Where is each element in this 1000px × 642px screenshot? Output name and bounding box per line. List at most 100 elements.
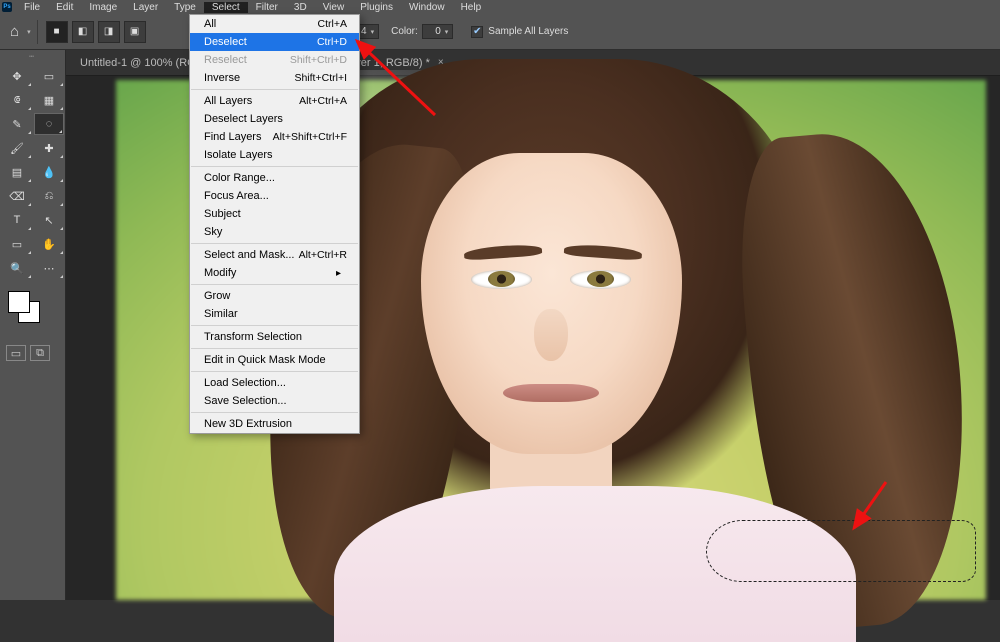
workspace-dropdown-icon[interactable]: ▾ <box>27 28 31 36</box>
checkbox-label: Sample All Layers <box>488 26 568 37</box>
menu-item-similar[interactable]: Similar <box>190 305 359 323</box>
selection-marquee <box>706 520 976 582</box>
annotation-arrow <box>345 35 445 135</box>
annotation-arrow <box>842 478 912 548</box>
selection-mode-subtract[interactable]: ◨ <box>98 21 120 43</box>
menu-item-grow[interactable]: Grow <box>190 287 359 305</box>
menu-item-label: Transform Selection <box>204 331 302 343</box>
photo-face <box>421 153 682 455</box>
edit-toolbar[interactable]: ⋯ <box>34 257 64 279</box>
panel-grip-icon[interactable]: ┅ <box>0 50 65 63</box>
menu-item-label: Deselect Layers <box>204 113 283 125</box>
menu-image[interactable]: Image <box>81 2 125 13</box>
rectangle-tool[interactable]: ▭ <box>2 233 32 255</box>
menu-select[interactable]: Select <box>204 2 248 13</box>
menu-item-deselect[interactable]: DeselectCtrl+D <box>190 33 359 51</box>
tools-panel: ┅ ✥▭⟃▦✎◌🖌✚▤💧⌫⎌T↖▭✋🔍⋯ ▭ ⧉ <box>0 50 66 600</box>
menu-item-subject[interactable]: Subject <box>190 205 359 223</box>
selection-mode-intersect[interactable]: ▣ <box>124 21 146 43</box>
menu-item-shortcut: Shift+Ctrl+I <box>294 72 347 84</box>
menu-item-deselect-layers[interactable]: Deselect Layers <box>190 110 359 128</box>
menu-item-find-layers[interactable]: Find Layers Alt+Shift+Ctrl+F <box>190 128 359 146</box>
object-selection-tool[interactable]: ◌ <box>34 113 64 135</box>
menu-item-reselect: Reselect Shift+Ctrl+D <box>190 51 359 69</box>
checkbox-icon: ✔ <box>471 26 483 38</box>
sample-all-layers-checkbox[interactable]: ✔ Sample All Layers <box>471 26 568 38</box>
document-tab-label: Untitled-1 @ 100% (RGB <box>80 57 203 69</box>
selection-mode-add[interactable]: ◧ <box>72 21 94 43</box>
eyedropper-tool[interactable]: ✎ <box>2 113 32 135</box>
menu-item-inverse[interactable]: Inverse Shift+Ctrl+I <box>190 69 359 87</box>
separator <box>37 20 38 44</box>
gradient-tool[interactable]: ▤ <box>2 161 32 183</box>
menu-item-label: Load Selection... <box>204 377 286 389</box>
artboard-tool[interactable]: ▭ <box>34 65 64 87</box>
menu-bar: Ps FileEditImageLayerTypeSelectFilter3DV… <box>0 0 1000 14</box>
menu-item-label: Color Range... <box>204 172 275 184</box>
menu-item-label: Inverse <box>204 72 240 84</box>
menu-item-color-range[interactable]: Color Range... <box>190 169 359 187</box>
screen-mode-icon[interactable]: ⧉ <box>30 345 50 361</box>
menu-item-label: Edit in Quick Mask Mode <box>204 354 326 366</box>
menu-item-label: Isolate Layers <box>204 149 272 161</box>
menu-item-label: Find Layers <box>204 131 261 143</box>
menu-item-shortcut: Alt+Shift+Ctrl+F <box>273 131 347 143</box>
menu-view[interactable]: View <box>315 2 353 13</box>
menu-item-shortcut: Ctrl+D <box>317 36 347 48</box>
menu-item-new-3d-extrusion[interactable]: New 3D Extrusion <box>190 415 359 433</box>
menu-layer[interactable]: Layer <box>125 2 166 13</box>
foreground-color-swatch[interactable] <box>8 291 30 313</box>
healing-brush-tool[interactable]: ✚ <box>34 137 64 159</box>
menu-item-load-selection[interactable]: Load Selection... <box>190 374 359 392</box>
frame-tool[interactable]: ▦ <box>34 89 64 111</box>
eraser-tool[interactable]: ⌫ <box>2 185 32 207</box>
move-tool[interactable]: ✥ <box>2 65 32 87</box>
menu-item-modify[interactable]: Modify▸ <box>190 264 359 282</box>
menu-file[interactable]: File <box>16 2 48 13</box>
blur-tool[interactable]: 💧 <box>34 161 64 183</box>
home-icon[interactable]: ⌂ <box>10 23 19 40</box>
menu-item-label: New 3D Extrusion <box>204 418 292 430</box>
selection-mode-new[interactable]: ■ <box>46 21 68 43</box>
menu-item-shortcut: Alt+Ctrl+A <box>299 95 347 107</box>
path-select-tool[interactable]: ↖ <box>34 209 64 231</box>
zoom-tool[interactable]: 🔍 <box>2 257 32 279</box>
menu-item-shortcut: Ctrl+A <box>318 18 347 30</box>
menu-item-edit-in-quick-mask-mode[interactable]: Edit in Quick Mask Mode <box>190 351 359 369</box>
menu-item-all[interactable]: All Ctrl+A <box>190 15 359 33</box>
menu-item-label: All <box>204 18 216 30</box>
menu-3d[interactable]: 3D <box>286 2 315 13</box>
menu-item-label: All Layers <box>204 95 252 107</box>
menu-item-save-selection[interactable]: Save Selection... <box>190 392 359 410</box>
photo-eye <box>471 270 532 289</box>
menu-item-shortcut: Alt+Ctrl+R <box>299 249 347 261</box>
menu-item-label: Similar <box>204 308 238 320</box>
menu-window[interactable]: Window <box>401 2 453 13</box>
menu-plugins[interactable]: Plugins <box>352 2 401 13</box>
menu-item-label: Reselect <box>204 54 247 66</box>
menu-edit[interactable]: Edit <box>48 2 81 13</box>
quick-mask-icon[interactable]: ▭ <box>6 345 26 361</box>
crop-tool[interactable]: ⟃ <box>2 89 32 111</box>
menu-item-all-layers[interactable]: All Layers Alt+Ctrl+A <box>190 92 359 110</box>
menu-item-select-and-mask[interactable]: Select and Mask...Alt+Ctrl+R <box>190 246 359 264</box>
hand-tool[interactable]: ✋ <box>34 233 64 255</box>
menu-item-label: Modify <box>204 267 236 279</box>
clone-stamp-tool[interactable]: ⎌ <box>34 185 64 207</box>
options-bar: ⌂ ▾ ■ ◧ ◨ ▣ 4 ▾ Color: 0 ▾ ✔ Sample All … <box>0 14 1000 50</box>
menu-type[interactable]: Type <box>166 2 204 13</box>
app-icon: Ps <box>2 2 12 12</box>
menu-item-transform-selection[interactable]: Transform Selection <box>190 328 359 346</box>
menu-item-focus-area[interactable]: Focus Area... <box>190 187 359 205</box>
menu-help[interactable]: Help <box>453 2 490 13</box>
type-tool[interactable]: T <box>2 209 32 231</box>
menu-item-label: Grow <box>204 290 230 302</box>
menu-item-sky[interactable]: Sky <box>190 223 359 241</box>
select-menu[interactable]: All Ctrl+A DeselectCtrl+D Reselect Shift+Ctr… <box>189 14 360 434</box>
menu-filter[interactable]: Filter <box>248 2 286 13</box>
color-swatches[interactable] <box>0 285 65 331</box>
menu-item-isolate-layers[interactable]: Isolate Layers <box>190 146 359 164</box>
menu-item-label: Focus Area... <box>204 190 269 202</box>
menu-item-shortcut: Shift+Ctrl+D <box>290 54 347 66</box>
brush-tool[interactable]: 🖌 <box>2 137 32 159</box>
